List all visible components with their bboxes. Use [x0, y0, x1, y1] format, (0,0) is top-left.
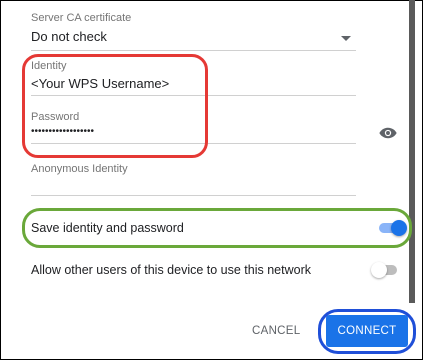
identity-input[interactable]: <Your WPS Username>: [31, 76, 169, 91]
server-ca-select[interactable]: Do not check: [31, 29, 107, 44]
dialog-frame: [0, 0, 423, 360]
save-identity-toggle[interactable]: [377, 220, 407, 236]
password-underline: [31, 143, 356, 144]
toggle-thumb: [371, 262, 387, 278]
anonymous-identity-label: Anonymous Identity: [31, 163, 128, 175]
anonymous-identity-underline: [31, 195, 356, 196]
save-identity-label: Save identity and password: [31, 221, 184, 235]
scrollbar[interactable]: [409, 0, 415, 303]
toggle-thumb: [391, 220, 407, 236]
chevron-down-icon[interactable]: [341, 36, 351, 41]
allow-other-users-label: Allow other users of this device to use …: [31, 263, 311, 277]
allow-other-users-toggle[interactable]: [371, 262, 401, 278]
connect-button[interactable]: CONNECT: [326, 315, 408, 347]
identity-label: Identity: [31, 60, 67, 72]
eye-icon[interactable]: [379, 126, 397, 140]
password-label: Password: [31, 111, 80, 123]
identity-underline: [31, 95, 356, 96]
cancel-button[interactable]: CANCEL: [252, 321, 300, 341]
password-input[interactable]: ••••••••••••••••••: [31, 126, 94, 137]
server-ca-underline: [31, 50, 356, 51]
server-ca-label: Server CA certificate: [31, 12, 132, 24]
